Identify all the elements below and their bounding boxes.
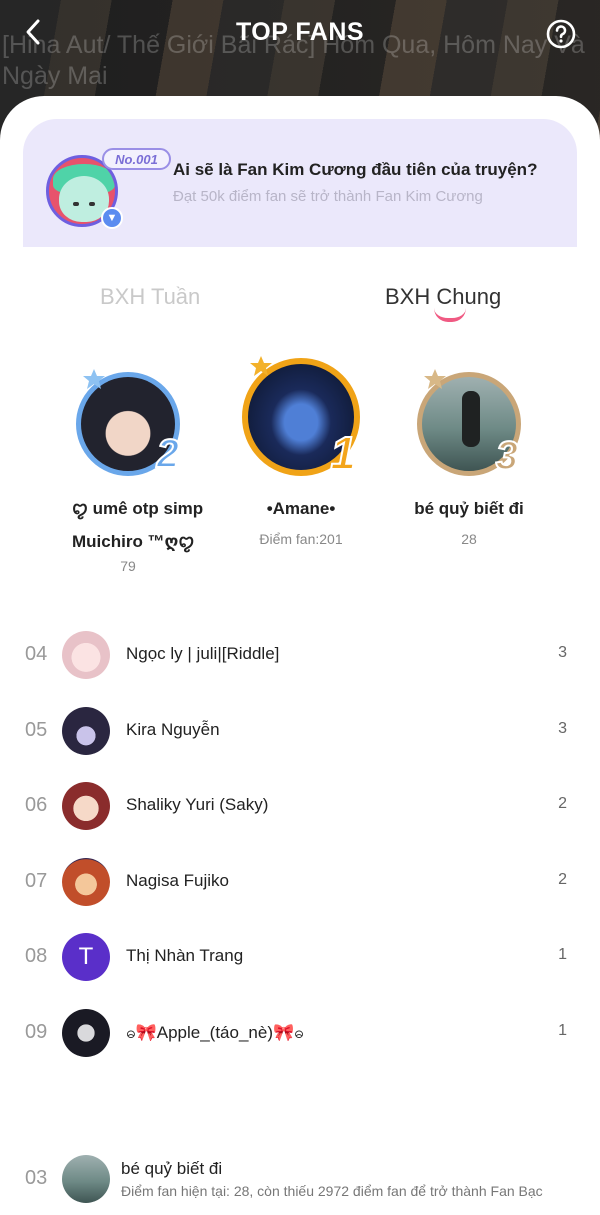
list-item[interactable]: 09 ဓ🎀Apple_(táo_nè)🎀ဓ 1 bbox=[0, 996, 600, 1072]
banner-subtitle: Đạt 50k điểm fan sẽ trở thành Fan Kim Cư… bbox=[173, 188, 483, 205]
fan-name: Nagisa Fujiko bbox=[126, 870, 229, 890]
rank-number: 03 bbox=[25, 1167, 48, 1189]
fan-score: 3 bbox=[558, 644, 567, 661]
my-name: bé quỷ biết đi bbox=[121, 1159, 223, 1178]
fan-score: 3 bbox=[558, 719, 567, 737]
list-item[interactable]: 05 Kira Nguyễn 3 bbox=[0, 694, 600, 770]
avatar: 2 bbox=[76, 369, 180, 477]
fan-name: Thị Nhàn Trang bbox=[126, 946, 244, 965]
fan-score: 2 bbox=[558, 795, 567, 812]
list-item[interactable]: 08 T Thị Nhàn Trang 1 bbox=[0, 920, 600, 996]
fan-name: ꨄ︎ umê otp simp Muichiro ™ღꨄ︎ bbox=[72, 499, 204, 551]
crown-icon bbox=[250, 356, 272, 376]
list-item[interactable]: 06 Shaliky Yuri (Saky) 2 bbox=[0, 769, 600, 845]
rank-number: 09 bbox=[25, 1020, 48, 1043]
podium-rank-1[interactable]: 1 •Amane• Điểm fan:201 bbox=[231, 356, 371, 547]
list-item[interactable]: 07 Nagisa Fujiko 2 bbox=[0, 845, 600, 921]
list-item[interactable]: 04 Ngọc ly | juli|[Riddle] 3 bbox=[0, 618, 600, 694]
rank-badge: No.001 bbox=[102, 148, 171, 170]
podium-rank-2[interactable]: 2 ꨄ︎ umê otp simp Muichiro ™ღꨄ︎ 79 bbox=[58, 358, 203, 574]
help-button[interactable] bbox=[546, 19, 576, 49]
star-icon bbox=[83, 369, 105, 389]
fan-name: Ngọc ly | juli|[Riddle] bbox=[126, 644, 280, 663]
my-fan-status: Điểm fan hiện tại: 28, còn thiếu 2972 đi… bbox=[121, 1183, 543, 1199]
fan-score: 79 bbox=[120, 558, 136, 574]
fan-score: 1 bbox=[558, 946, 567, 963]
my-rank-row[interactable]: 03 bé quỷ biết đi Điểm fan hiện tại: 28,… bbox=[0, 1145, 600, 1215]
avatar bbox=[62, 1008, 110, 1057]
avatar: 3 bbox=[417, 369, 521, 479]
tab-weekly[interactable]: BXH Tuần bbox=[100, 284, 200, 310]
avatar bbox=[62, 857, 110, 906]
fan-name: •Amane• bbox=[266, 499, 336, 518]
diamond-fan-banner[interactable]: ▼ No.001 Ai sẽ là Fan Kim Cương đầu tiên… bbox=[23, 119, 577, 247]
fan-ranking-list: 04 Ngọc ly | juli|[Riddle] 3 05 Kira Ngu… bbox=[0, 618, 600, 1071]
fan-name: ဓ🎀Apple_(táo_nè)🎀ဓ bbox=[126, 1022, 304, 1042]
rank-number: 08 bbox=[25, 945, 48, 967]
fan-name: Shaliky Yuri (Saky) bbox=[126, 795, 269, 814]
rank-number: 07 bbox=[25, 869, 48, 892]
question-icon bbox=[546, 19, 576, 49]
fan-score: 1 bbox=[558, 1021, 567, 1039]
podium-rank-3[interactable]: 3 bé quỷ biết đi 28 bbox=[399, 358, 539, 547]
avatar bbox=[62, 706, 110, 755]
tab-active-indicator bbox=[434, 308, 466, 322]
rank-number: 1 bbox=[329, 426, 357, 480]
rank-number: 05 bbox=[25, 718, 48, 741]
fan-name: bé quỷ biết đi bbox=[414, 499, 524, 518]
page-title: TOP FANS bbox=[235, 18, 365, 46]
rank-number: 04 bbox=[25, 643, 48, 665]
tab-general[interactable]: BXH Chung bbox=[385, 284, 501, 310]
avatar bbox=[62, 631, 110, 679]
fan-score: Điểm fan:201 bbox=[259, 531, 343, 547]
rank-number: 3 bbox=[495, 433, 519, 479]
avatar bbox=[62, 1155, 110, 1203]
fan-score: 2 bbox=[558, 870, 567, 888]
banner-title: Ai sẽ là Fan Kim Cương đầu tiên của truy… bbox=[173, 160, 538, 179]
rank-number: 2 bbox=[156, 431, 180, 477]
fan-score: 28 bbox=[461, 531, 477, 547]
fan-name: Kira Nguyễn bbox=[126, 719, 220, 739]
avatar: T bbox=[62, 933, 110, 981]
avatar bbox=[62, 782, 110, 830]
rank-number: 06 bbox=[25, 794, 48, 816]
diamond-icon: ▼ bbox=[101, 207, 123, 229]
star-icon bbox=[424, 369, 446, 389]
avatar: 1 bbox=[242, 356, 360, 480]
